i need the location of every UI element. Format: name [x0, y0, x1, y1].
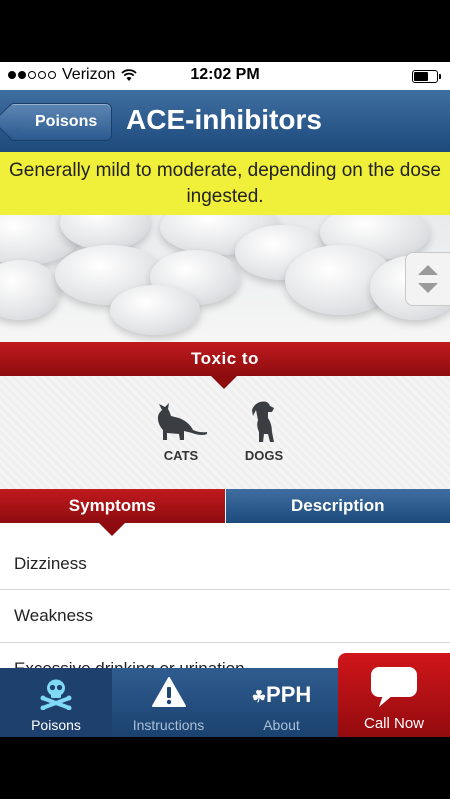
toxic-header-caret [211, 376, 237, 389]
dog-icon [252, 401, 274, 442]
info-tabs: Symptoms Description [0, 489, 450, 523]
call-now-button[interactable]: Call Now [338, 653, 450, 737]
selected-tab-caret [99, 523, 125, 536]
tab-instructions-label: Instructions [132, 717, 205, 733]
tab-symptoms[interactable]: Symptoms [0, 489, 225, 523]
warning-icon [151, 677, 186, 707]
cat-icon [157, 403, 207, 440]
symptom-list: Dizziness Weakness Excessive drinking or… [0, 523, 450, 668]
tab-about[interactable]: ☘PPH About [225, 668, 338, 737]
tab-poisons[interactable]: Poisons [0, 668, 112, 737]
list-item: Weakness [0, 590, 450, 643]
dogs-label: DOGS [244, 448, 284, 463]
chevron-down-icon [418, 283, 438, 293]
app-screen: Verizon 12:02 PM Poisons ACE-inhibitors … [0, 0, 450, 799]
back-button[interactable]: Poisons [8, 103, 113, 141]
animal-dogs: DOGS [229, 400, 299, 463]
call-now-label: Call Now [363, 715, 424, 732]
animal-cats: CATS [146, 400, 216, 463]
tab-poisons-label: Poisons [31, 717, 81, 733]
cats-label: CATS [163, 448, 199, 463]
back-button-label: Poisons [35, 113, 98, 130]
tab-description[interactable]: Description [224, 489, 450, 523]
pills-image [0, 215, 450, 342]
toxic-to-header: Toxic to [0, 342, 450, 376]
chevron-up-icon [418, 265, 438, 275]
status-bar: Verizon 12:02 PM [0, 62, 450, 90]
scroll-arrows-button[interactable] [405, 252, 450, 306]
pph-logo-icon: ☘PPH [251, 682, 312, 707]
page-title: ACE-inhibitors [126, 104, 322, 135]
status-time: 12:02 PM [190, 66, 260, 83]
speech-bubble-icon [371, 667, 417, 707]
pph-logo-text: PPH [266, 682, 312, 707]
tab-instructions[interactable]: Instructions [112, 668, 225, 737]
toxic-animals-panel: CATS DOGS [0, 376, 450, 489]
navigation-bar: Poisons ACE-inhibitors [0, 90, 450, 153]
severity-banner: Generally mild to moderate, depending on… [0, 152, 450, 215]
battery-icon [412, 70, 441, 83]
tab-about-label: About [263, 717, 300, 733]
skull-crossbones-icon [40, 679, 72, 710]
list-item: Dizziness [0, 523, 450, 590]
